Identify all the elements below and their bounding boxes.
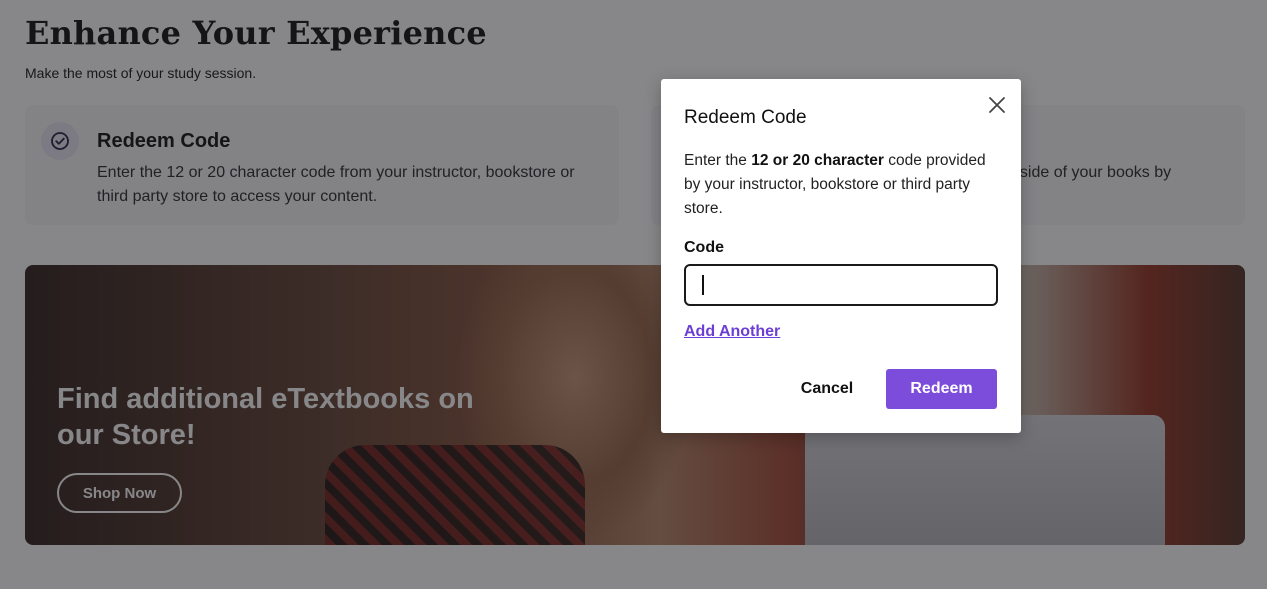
- dialog-title: Redeem Code: [684, 107, 807, 128]
- code-label: Code: [684, 239, 724, 256]
- dialog-description: Enter the 12 or 20 character code provid…: [684, 149, 1002, 221]
- desc-prefix: Enter the: [684, 152, 752, 169]
- code-input[interactable]: [684, 264, 998, 306]
- add-another-link[interactable]: Add Another: [684, 323, 780, 341]
- text-caret: [702, 275, 704, 295]
- desc-bold: 12 or 20 character: [751, 152, 884, 169]
- redeem-button[interactable]: Redeem: [886, 369, 997, 409]
- close-icon[interactable]: [985, 93, 1009, 117]
- redeem-code-dialog: Redeem Code Enter the 12 or 20 character…: [661, 79, 1021, 433]
- cancel-button[interactable]: Cancel: [787, 369, 867, 409]
- modal-backdrop[interactable]: [0, 0, 1267, 589]
